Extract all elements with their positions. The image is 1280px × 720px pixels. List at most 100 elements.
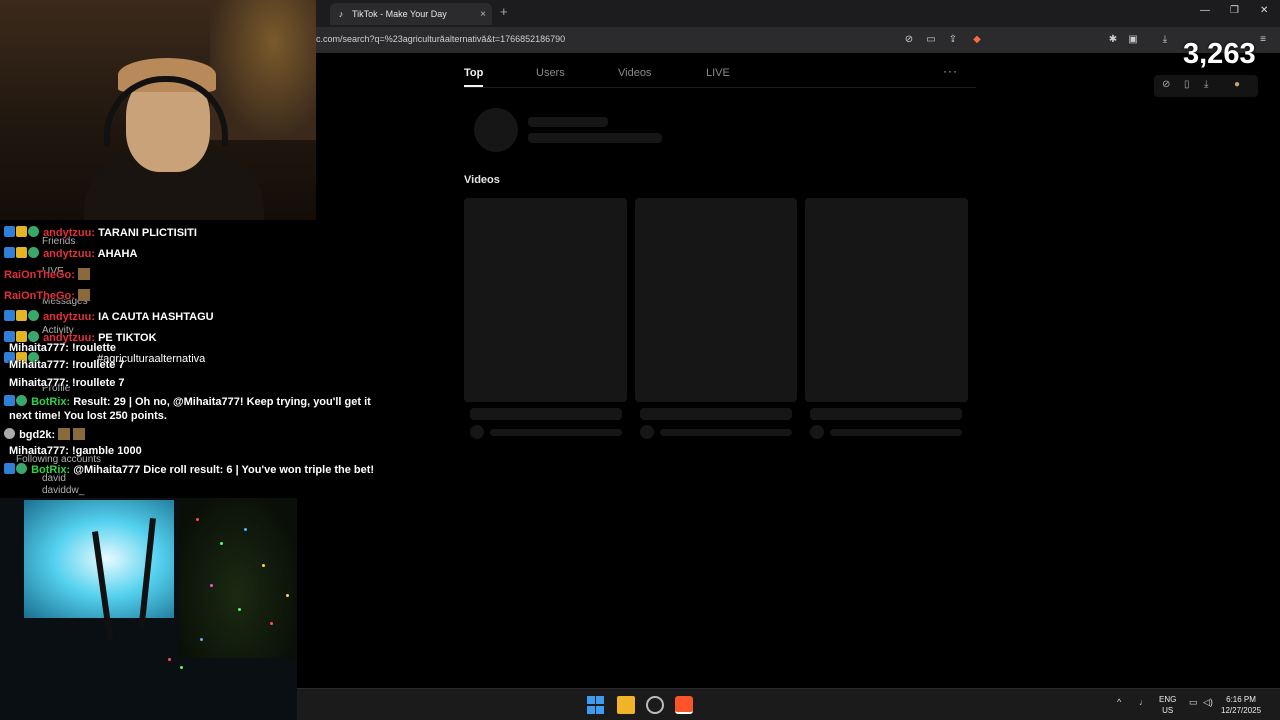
video-caption-skeleton: [470, 408, 622, 420]
video-avatar-skeleton: [810, 425, 824, 439]
download-icon[interactable]: ⤓: [1158, 33, 1172, 47]
video-card-skeleton[interactable]: [805, 198, 968, 402]
lang-code: ENG: [1159, 695, 1177, 704]
brave-shield-icon[interactable]: ◆: [970, 33, 984, 47]
more-options-icon[interactable]: ···: [943, 64, 958, 78]
download-app-icon[interactable]: ⤓: [1204, 79, 1208, 90]
close-window-button[interactable]: ✕: [1260, 5, 1268, 16]
chat-username: Mihaita777:: [9, 445, 69, 457]
chat-text: !roullete 7: [71, 359, 125, 371]
video-author-skeleton: [830, 429, 962, 436]
chat-username: andytzuu:: [43, 227, 96, 239]
media-icon[interactable]: ⊘: [902, 33, 916, 47]
minimize-button[interactable]: —: [1200, 5, 1210, 16]
chat-text: !roulette: [71, 342, 116, 354]
christmas-tree: [178, 498, 296, 658]
video-caption-skeleton: [810, 408, 962, 420]
tray-chevron-icon[interactable]: ^: [1117, 697, 1121, 707]
chat-username: andytzuu:: [43, 311, 96, 323]
volume-icon[interactable]: ◁): [1203, 697, 1213, 708]
chat-username: Mihaita777:: [9, 342, 69, 354]
chat-message: andytzuu: AHAHA: [4, 247, 137, 260]
user-name-skeleton: [528, 117, 608, 127]
videos-heading: Videos: [464, 174, 500, 186]
ghost-label: daviddw_: [42, 485, 85, 496]
clock-time: 6:16 PM: [1226, 695, 1256, 704]
screen: ♪ TikTok - Make Your Day × + — ❐ ✕ c.com…: [0, 0, 1280, 720]
chat-message: BotRix: Result: 29 | Oh no, @Mihaita777!…: [4, 395, 371, 408]
clock-date: 12/27/2025: [1221, 706, 1262, 715]
browser-tab[interactable]: ♪ TikTok - Make Your Day ×: [330, 3, 492, 25]
chat-message: BotRix: @Mihaita777 Dice roll result: 6 …: [4, 463, 374, 476]
chat-message: next time! You lost 250 points.: [9, 410, 167, 422]
url-text[interactable]: c.com/search?q=%23agriculturăalternativă…: [316, 34, 565, 44]
emote-icon: [77, 268, 90, 280]
chat-text: IA CAUTA HASHTAGU: [98, 311, 214, 323]
tiktok-icon: ♪: [338, 9, 344, 19]
chat-text: !gamble 1000: [71, 445, 142, 457]
chat-username: RaiOnTheGo:: [4, 269, 75, 281]
emote-icon: [58, 428, 71, 440]
region-code: US: [1162, 706, 1174, 715]
phone-icon[interactable]: ▯: [1184, 79, 1190, 90]
chat-text: @Mihaita777 Dice roll result: 6 | You've…: [73, 464, 375, 476]
chat-username: RaiOnTheGo:: [4, 290, 75, 302]
sidebar-icon[interactable]: ▣: [1126, 33, 1140, 47]
profile-avatar[interactable]: ●: [1234, 79, 1240, 90]
taskbar: ^ ♩ ENG US ▭ ◁) 6:16 PM 12/27/2025: [297, 688, 1280, 720]
restore-button[interactable]: ❐: [1230, 5, 1239, 16]
file-explorer-icon[interactable]: [617, 696, 635, 714]
new-tab-button[interactable]: +: [500, 4, 508, 19]
room-camera-feed: [0, 498, 297, 720]
tab-users[interactable]: Users: [536, 67, 565, 79]
chat-text: !roullete 7: [71, 377, 125, 389]
user-avatar-skeleton: [474, 108, 518, 152]
browser-tab-bar: ♪ TikTok - Make Your Day × + — ❐ ✕: [316, 0, 1280, 27]
emote-icon: [77, 289, 90, 301]
video-author-skeleton: [490, 429, 622, 436]
share-icon[interactable]: ⇪: [946, 33, 960, 47]
chat-username: andytzuu:: [43, 248, 96, 260]
webcam-feed: [0, 0, 316, 220]
emote-icon: [73, 428, 86, 440]
chat-message: RaiOnTheGo:: [4, 289, 90, 302]
display-icon[interactable]: ▭: [1189, 697, 1198, 708]
system-clock[interactable]: 6:16 PM 12/27/2025: [1221, 694, 1261, 716]
video-author-skeleton: [660, 429, 792, 436]
cast-icon[interactable]: ▭: [924, 33, 938, 47]
obs-icon[interactable]: [646, 696, 664, 714]
microphone-icon[interactable]: ♩: [1139, 697, 1148, 707]
compass-icon[interactable]: ⊘: [1162, 79, 1170, 90]
language-indicator[interactable]: ENG US: [1159, 694, 1176, 716]
chat-username: bgd2k:: [19, 429, 56, 441]
address-bar[interactable]: c.com/search?q=%23agriculturăalternativă…: [316, 27, 1280, 53]
tab-live[interactable]: LIVE: [706, 67, 730, 79]
tab-close-icon[interactable]: ×: [480, 9, 486, 20]
viewer-count: 3,263: [1183, 38, 1256, 70]
chat-username: Mihaita777:: [9, 377, 69, 389]
video-avatar-skeleton: [640, 425, 654, 439]
chat-message: Mihaita777: !gamble 1000: [9, 445, 142, 457]
chat-message: Mihaita777: !roullete 7: [9, 359, 125, 371]
chat-username: BotRix:: [31, 396, 71, 408]
tab-videos[interactable]: Videos: [618, 67, 651, 79]
extensions-icon[interactable]: ✱: [1106, 33, 1120, 47]
tab-title: TikTok - Make Your Day: [352, 9, 447, 19]
video-card-skeleton[interactable]: [464, 198, 627, 402]
start-button[interactable]: [587, 696, 605, 714]
chat-text: TARANI PLICTISITI: [98, 227, 197, 239]
video-avatar-skeleton: [470, 425, 484, 439]
background-light: [210, 0, 316, 140]
chat-text: AHAHA: [97, 248, 138, 260]
chat-text: next time! You lost 250 points.: [9, 410, 167, 422]
tab-top[interactable]: Top: [464, 67, 484, 87]
chat-username: Mihaita777:: [9, 359, 69, 371]
video-card-skeleton[interactable]: [635, 198, 797, 402]
chat-message: Mihaita777: !roulette: [9, 342, 116, 354]
video-caption-skeleton: [640, 408, 792, 420]
menu-icon[interactable]: ≡: [1256, 33, 1270, 47]
brave-browser-icon[interactable]: [675, 696, 693, 714]
chat-text: Result: 29 | Oh no, @Mihaita777! Keep tr…: [73, 396, 371, 408]
user-meta-skeleton: [528, 133, 662, 143]
chat-message: andytzuu: IA CAUTA HASHTAGU: [4, 310, 214, 323]
